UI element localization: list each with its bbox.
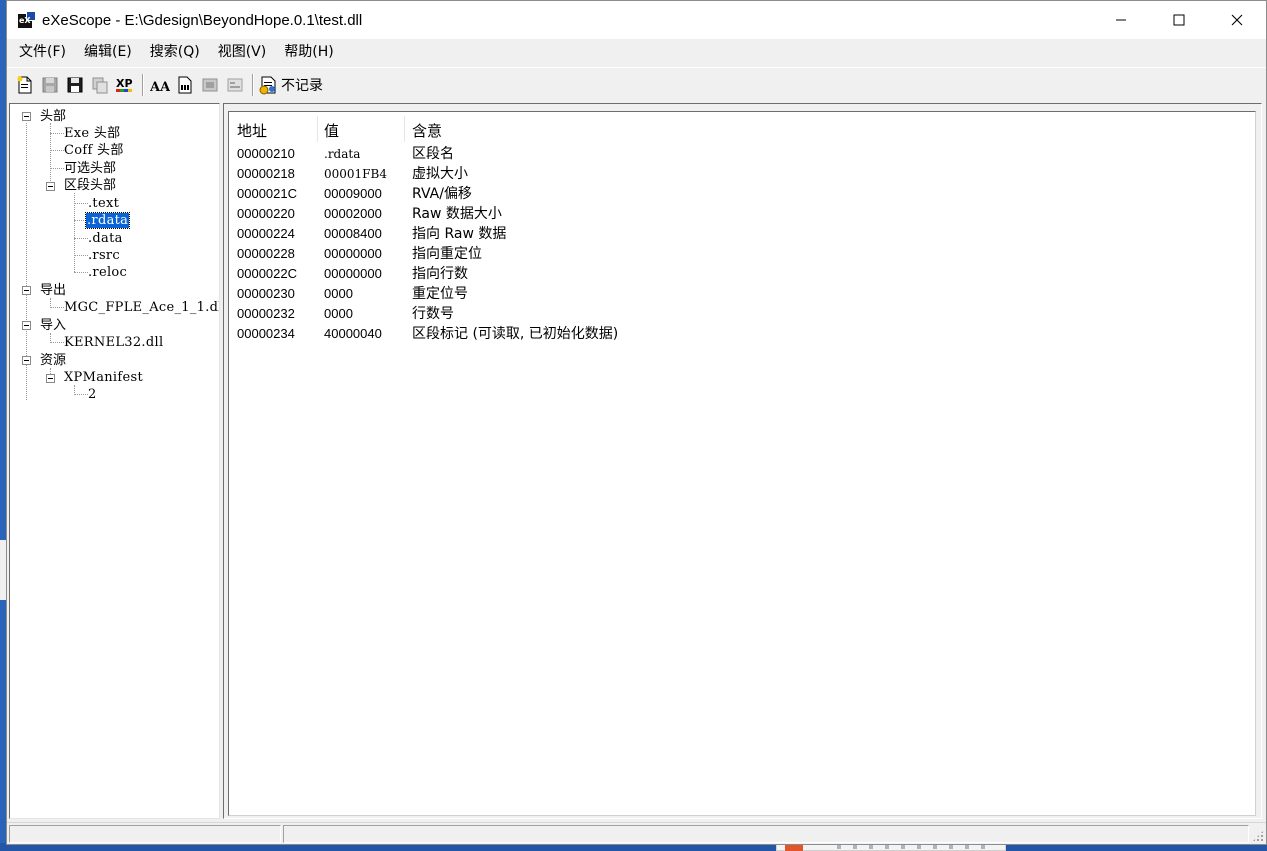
menu-search[interactable]: 搜索(Q) bbox=[141, 39, 209, 65]
tree-node-coff-header[interactable]: Coff 头部 bbox=[64, 142, 124, 159]
tree-node-exe-header[interactable]: Exe 头部 bbox=[64, 125, 120, 142]
tree-guide-line bbox=[50, 168, 64, 169]
tree-node-optional-header[interactable]: 可选头部 bbox=[64, 160, 116, 177]
copy-disabled-icon bbox=[92, 77, 107, 93]
close-button[interactable] bbox=[1208, 1, 1266, 39]
tree-collapse-toggle[interactable] bbox=[22, 112, 31, 121]
tree-collapse-toggle[interactable] bbox=[46, 374, 55, 383]
column-divider[interactable] bbox=[404, 116, 405, 142]
tree-guide-line bbox=[50, 342, 64, 343]
table-row[interactable]: 0000022C 00000000 指向行数 bbox=[229, 264, 1249, 284]
save-disabled-button[interactable] bbox=[38, 73, 61, 96]
tree-guide-line bbox=[50, 307, 64, 308]
xp-icon: XP bbox=[115, 77, 133, 92]
floppy-disabled-icon bbox=[42, 77, 57, 92]
resize-grip-icon[interactable] bbox=[1252, 830, 1264, 842]
column-header-value[interactable]: 值 bbox=[324, 120, 339, 141]
status-panel-main bbox=[9, 825, 281, 843]
tree-node-header[interactable]: 头部 bbox=[40, 108, 66, 125]
table-row[interactable]: 00000218 00001FB4 虚拟大小 bbox=[229, 164, 1249, 184]
minimize-button[interactable] bbox=[1092, 1, 1150, 39]
tree-collapse-toggle[interactable] bbox=[22, 286, 31, 295]
svg-text:XP: XP bbox=[116, 77, 133, 90]
svg-text:AA: AA bbox=[150, 80, 170, 94]
floppy-icon bbox=[67, 77, 82, 92]
table-row[interactable]: 00000230 0000 重定位号 bbox=[229, 284, 1249, 304]
tree-collapse-toggle[interactable] bbox=[22, 356, 31, 365]
document-grid-icon bbox=[178, 76, 191, 93]
tree-guide-line bbox=[74, 255, 88, 256]
table-row[interactable]: 00000232 0000 行数号 bbox=[229, 304, 1249, 324]
tree-node-data[interactable]: .data bbox=[88, 230, 123, 247]
dialog-editor-button[interactable] bbox=[173, 73, 196, 96]
tree-guide-line bbox=[74, 203, 88, 204]
save-button[interactable] bbox=[63, 73, 86, 96]
form-disabled-icon bbox=[227, 78, 242, 91]
tree-node-reloc[interactable]: .reloc bbox=[88, 264, 127, 281]
menu-help[interactable]: 帮助(H) bbox=[275, 39, 342, 65]
window-title: eXeScope - E:\Gdesign\BeyondHope.0.1\tes… bbox=[42, 11, 363, 29]
tree-node-section-header[interactable]: 区段头部 bbox=[64, 177, 116, 194]
tree-guide-line bbox=[74, 193, 75, 272]
tree-guide-line bbox=[74, 272, 88, 273]
tree-node-rsrc[interactable]: .rsrc bbox=[88, 247, 120, 264]
tree-node-kernel32[interactable]: KERNEL32.dll bbox=[64, 334, 163, 351]
tree-guide-line bbox=[50, 133, 64, 134]
column-header-meaning[interactable]: 含意 bbox=[412, 120, 442, 141]
table-row[interactable]: 00000220 00002000 Raw 数据大小 bbox=[229, 204, 1249, 224]
column-header-address[interactable]: 地址 bbox=[237, 120, 267, 141]
maximize-icon bbox=[1173, 14, 1185, 26]
exescope-window: eX eXeScope - E:\Gdesign\BeyondHope.0.1\… bbox=[6, 0, 1267, 845]
menu-bar: 文件(F) 编辑(E) 搜索(Q) 视图(V) 帮助(H) bbox=[7, 39, 1266, 65]
tree-node-xpmanifest[interactable]: XPManifest bbox=[64, 369, 143, 386]
table-row[interactable]: 00000210 .rdata 区段名 bbox=[229, 144, 1249, 164]
image-disabled-icon bbox=[202, 78, 217, 91]
maximize-button[interactable] bbox=[1150, 1, 1208, 39]
no-log-button[interactable]: 不记录 bbox=[258, 73, 327, 97]
tree-node-text[interactable]: .text bbox=[88, 195, 119, 212]
tree-guide-line bbox=[74, 394, 88, 395]
table-row[interactable]: 00000228 00000000 指向重定位 bbox=[229, 244, 1249, 264]
table-row[interactable]: 00000234 40000040 区段标记 (可读取, 已初始化数据) bbox=[229, 324, 1249, 344]
toolbar-separator bbox=[142, 73, 144, 96]
no-log-label: 不记录 bbox=[281, 77, 323, 94]
xp-manifest-button[interactable]: XP bbox=[113, 73, 136, 96]
detail-list-view[interactable]: 地址 值 含意 00000210 .rdata 区段名 00000218 000… bbox=[228, 111, 1256, 816]
open-file-button[interactable] bbox=[13, 73, 36, 96]
tree-node-import[interactable]: 导入 bbox=[40, 317, 66, 334]
copy-disabled-button[interactable] bbox=[88, 73, 111, 96]
tree-guide-line bbox=[50, 150, 64, 151]
tree-node-rdata[interactable]: .rdata bbox=[84, 212, 131, 229]
title-bar[interactable]: eX eXeScope - E:\Gdesign\BeyondHope.0.1\… bbox=[7, 1, 1266, 39]
tree-guide-line bbox=[74, 238, 88, 239]
status-bar bbox=[7, 822, 1266, 844]
font-aa-icon: AA bbox=[150, 80, 170, 94]
tree-node-resource[interactable]: 资源 bbox=[40, 352, 66, 369]
form-disabled-button[interactable] bbox=[223, 73, 246, 96]
column-divider[interactable] bbox=[317, 116, 318, 142]
tree-node-export-dll[interactable]: MGC_FPLE_Ace_1_1.dll bbox=[64, 299, 219, 316]
table-row[interactable]: 00000224 00008400 指向 Raw 数据 bbox=[229, 224, 1249, 244]
open-document-icon bbox=[17, 76, 31, 93]
tree-node-resource-2[interactable]: 2 bbox=[88, 386, 97, 403]
font-button[interactable]: AA bbox=[148, 73, 171, 96]
menu-view[interactable]: 视图(V) bbox=[209, 39, 276, 65]
close-icon bbox=[1231, 14, 1243, 26]
image-disabled-button[interactable] bbox=[198, 73, 221, 96]
table-row[interactable]: 0000021C 00009000 RVA/偏移 bbox=[229, 184, 1249, 204]
tree-view[interactable]: 头部 Exe 头部 Coff 头部 可选头部 区段头部 .text .rdata… bbox=[9, 103, 220, 819]
minimize-icon bbox=[1116, 19, 1126, 21]
menu-file[interactable]: 文件(F) bbox=[10, 39, 75, 65]
toolbar-separator bbox=[252, 73, 254, 96]
toolbar: XP AA 不记录 bbox=[7, 67, 1266, 101]
no-log-icon bbox=[259, 76, 276, 94]
exescope-app-icon[interactable]: eX bbox=[18, 11, 36, 29]
tree-node-export[interactable]: 导出 bbox=[40, 282, 66, 299]
tree-collapse-toggle[interactable] bbox=[46, 182, 55, 191]
menu-edit[interactable]: 编辑(E) bbox=[75, 39, 141, 65]
tree-collapse-toggle[interactable] bbox=[22, 321, 31, 330]
status-panel-secondary bbox=[283, 825, 1249, 843]
